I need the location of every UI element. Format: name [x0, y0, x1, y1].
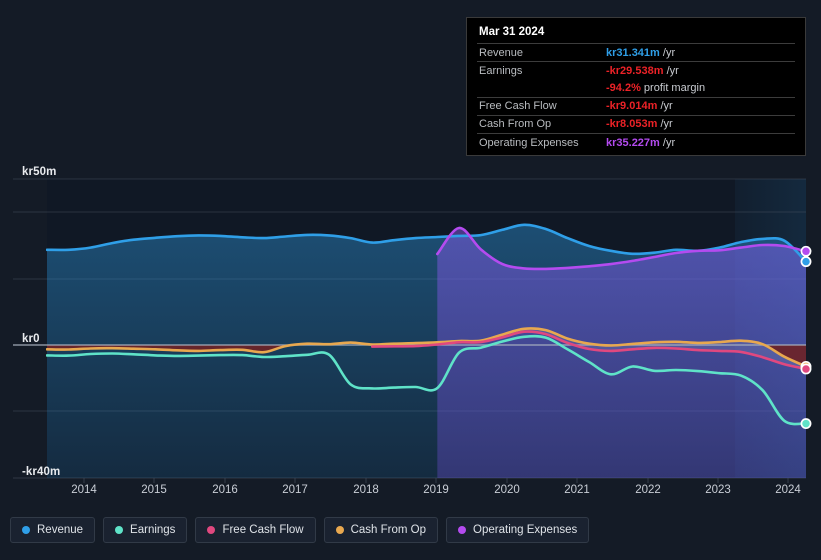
- tooltip-row-value: -94.2% profit margin: [606, 82, 795, 94]
- y-axis-tick-label: kr0: [22, 333, 40, 345]
- legend-item-label: Free Cash Flow: [222, 524, 304, 536]
- tooltip-row-label: Operating Expenses: [479, 136, 579, 149]
- tooltip-row-value: kr35.227m /yr: [606, 137, 795, 149]
- legend-item-label: Cash From Op: [350, 524, 427, 536]
- financial-chart: kr50m kr0 -kr40m 2014 2015 2016 2017 2018 2019 2…: [0, 0, 821, 560]
- tooltip-row-unit: /yr: [660, 118, 673, 131]
- legend-item-label: Earnings: [130, 524, 176, 536]
- legend-item-label: Revenue: [37, 524, 84, 536]
- legend-item-earnings[interactable]: Earnings: [103, 517, 188, 543]
- x-axis-tick-label: 2017: [282, 484, 308, 496]
- tooltip-row-label: Cash From Op: [479, 118, 552, 131]
- legend-color-dot-icon: [115, 526, 124, 534]
- tooltip-row: Free Cash Flow -kr9.014m /yr: [477, 96, 795, 115]
- tooltip-row-unit: /yr: [660, 100, 673, 113]
- legend-color-dot-icon: [458, 526, 467, 534]
- tooltip-row-value: -kr9.014m /yr: [606, 100, 795, 112]
- x-axis-tick-label: 2018: [353, 484, 379, 496]
- tooltip-row-label: Revenue: [479, 46, 524, 59]
- x-axis-tick-label: 2019: [423, 484, 449, 496]
- tooltip-row-amount: -kr29.538m: [606, 64, 664, 77]
- tooltip-row-amount: -94.2%: [606, 81, 641, 94]
- tooltip-date: Mar 31 2024: [479, 26, 545, 38]
- x-axis-tick-label: 2021: [564, 484, 590, 496]
- legend-item-operating-expenses[interactable]: Operating Expenses: [446, 517, 590, 543]
- x-axis-tick-label: 2020: [494, 484, 520, 496]
- legend-color-dot-icon: [207, 526, 216, 534]
- tooltip-row-amount: kr35.227m: [606, 136, 660, 149]
- tooltip-row-label: Earnings: [479, 64, 523, 77]
- chart-legend: Revenue Earnings Free Cash Flow Cash From O…: [10, 517, 590, 543]
- tooltip-row-label: Free Cash Flow: [479, 100, 557, 113]
- tooltip-row-unit: /yr: [662, 46, 676, 59]
- tooltip-row-amount: -kr8.053m: [606, 118, 658, 131]
- tooltip-row-unit: /yr: [662, 136, 676, 149]
- tooltip-row-value: kr31.341m /yr: [606, 47, 795, 59]
- x-axis-tick-label: 2014: [71, 484, 97, 496]
- tooltip-rows: Revenue kr31.341m /yr Earnings -kr29.538m /…: [477, 43, 795, 151]
- y-axis-tick-label: -kr40m: [22, 466, 61, 478]
- tooltip-row-amount: kr31.341m: [606, 46, 660, 59]
- tooltip-row: Earnings -kr29.538m /yr: [477, 61, 795, 79]
- tooltip-row-amount: -kr9.014m: [606, 100, 658, 113]
- tooltip-row: Cash From Op -kr8.053m /yr: [477, 114, 795, 133]
- tooltip-row: Operating Expenses kr35.227m /yr: [477, 132, 795, 151]
- y-axis-tick-label: kr50m: [22, 166, 57, 178]
- tooltip-row: -94.2% profit margin: [477, 79, 795, 96]
- legend-item-revenue[interactable]: Revenue: [10, 517, 96, 543]
- tooltip-row-value: -kr29.538m /yr: [606, 65, 795, 77]
- tooltip-row-unit: /yr: [666, 64, 679, 77]
- x-axis-tick-label: 2023: [705, 484, 731, 496]
- x-axis-tick-label: 2024: [775, 484, 801, 496]
- legend-item-cash-from-op[interactable]: Cash From Op: [323, 517, 439, 543]
- legend-color-dot-icon: [335, 526, 344, 534]
- legend-item-label: Operating Expenses: [473, 524, 578, 536]
- data-tooltip: Mar 31 2024 Revenue kr31.341m /yr Earnings…: [466, 17, 806, 157]
- x-axis-tick-label: 2015: [141, 484, 167, 496]
- tooltip-row-unit: profit margin: [643, 81, 706, 94]
- tooltip-row-value: -kr8.053m /yr: [606, 118, 795, 130]
- legend-color-dot-icon: [22, 526, 30, 534]
- x-axis-tick-label: 2022: [635, 484, 661, 496]
- legend-item-free-cash-flow[interactable]: Free Cash Flow: [195, 517, 316, 543]
- tooltip-row: Revenue kr31.341m /yr: [477, 43, 795, 61]
- x-axis-tick-label: 2016: [212, 484, 238, 496]
